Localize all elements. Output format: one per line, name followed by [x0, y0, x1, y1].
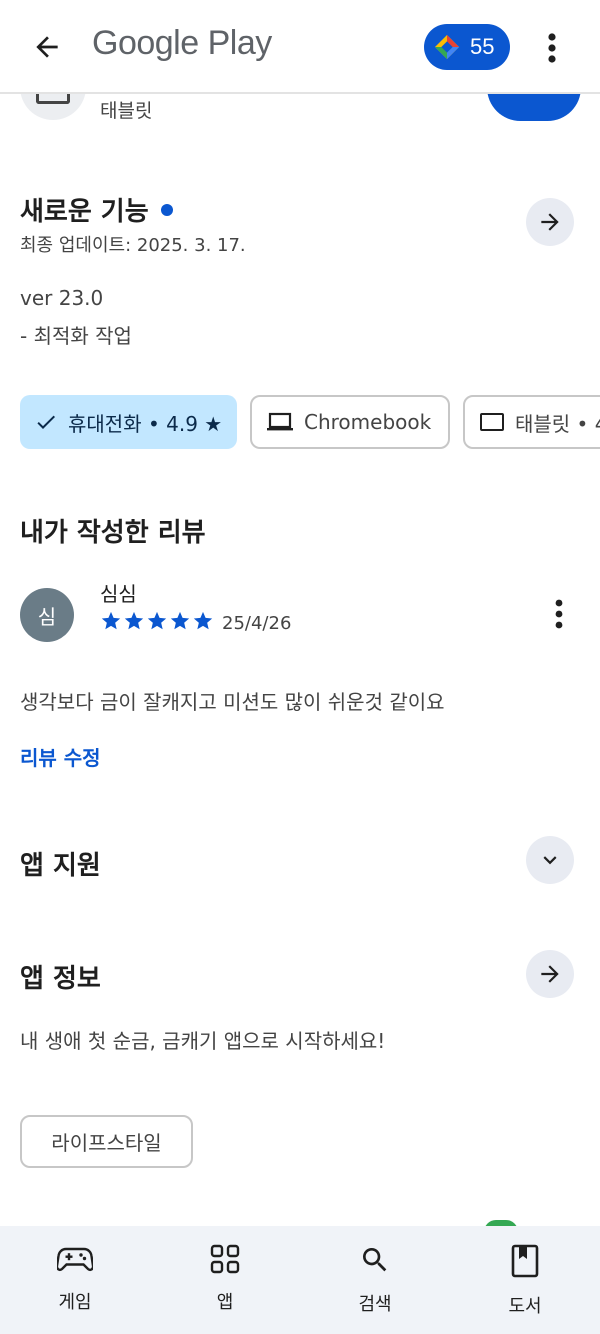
tablet-icon: [480, 413, 504, 431]
star-icon: [124, 611, 144, 630]
chip-tablet-label: 태블릿 • 4: [515, 411, 600, 436]
more-vert-icon: [555, 599, 563, 629]
device-label: 태블릿: [100, 100, 153, 122]
nav-item-search[interactable]: 검색: [300, 1226, 450, 1334]
whats-new-title-text: 새로운 기능: [20, 197, 149, 227]
nav-item-games[interactable]: 게임: [0, 1226, 150, 1334]
nav-label-apps: 앱: [216, 1292, 234, 1313]
more-options-button[interactable]: [536, 28, 568, 68]
chevron-down-icon: [543, 856, 557, 865]
tablet-device-icon: [20, 94, 86, 120]
chip-phone-label: 휴대전화 • 4.9 ★: [68, 411, 223, 436]
app-support-expand-button[interactable]: [526, 836, 574, 884]
app-info-arrow-button[interactable]: [526, 950, 574, 998]
review-rating: [100, 610, 214, 632]
gamepad-icon: [57, 1247, 93, 1271]
avatar: 심: [20, 588, 74, 642]
star-icon: [101, 611, 121, 630]
review-more-button[interactable]: [547, 598, 571, 636]
apps-grid-icon: [210, 1244, 240, 1274]
book-icon: [511, 1244, 539, 1278]
install-button[interactable]: [487, 94, 581, 121]
review-date: 25/4/26: [222, 613, 292, 634]
nav-label-games: 게임: [58, 1292, 92, 1313]
app-description: 내 생애 첫 순금, 금캐기 앱으로 시작하세요!: [20, 1029, 386, 1053]
more-vert-icon: [548, 33, 556, 63]
top-app-bar: Google Play 55: [0, 0, 600, 94]
star-icon: [147, 611, 167, 630]
play-points-icon: [435, 35, 459, 59]
my-review-title: 내가 작성한 리뷰: [20, 518, 206, 548]
star-icon: [170, 611, 190, 630]
chip-tablet[interactable]: 태블릿 • 4: [463, 395, 600, 449]
nav-label-books: 도서: [508, 1296, 542, 1317]
category-tag-button[interactable]: 라이프스타일: [20, 1115, 193, 1168]
release-notes: - 최적화 작업: [20, 324, 132, 348]
whats-new-title: 새로운 기능: [20, 191, 173, 228]
check-icon: [37, 415, 55, 429]
chip-chromebook[interactable]: Chromebook: [250, 395, 450, 449]
arrow-forward-icon: [541, 965, 559, 983]
chip-phone[interactable]: 휴대전화 • 4.9 ★: [20, 395, 237, 449]
edit-review-link[interactable]: 리뷰 수정: [20, 742, 101, 771]
app-support-title: 앱 지원: [20, 851, 101, 881]
points-count: 55: [470, 34, 495, 59]
nav-item-apps[interactable]: 앱: [150, 1226, 300, 1334]
version-text: ver 23.0: [20, 286, 104, 310]
arrow-forward-icon: [541, 213, 559, 231]
nav-item-books[interactable]: 도서: [450, 1226, 600, 1334]
previous-section-remnant: 태블릿: [0, 94, 600, 134]
play-points-button[interactable]: 55: [424, 24, 510, 70]
last-updated: 최종 업데이트: 2025. 3. 17.: [20, 235, 246, 256]
review-text: 생각보다 금이 잘캐지고 미션도 많이 쉬운것 같이요: [20, 690, 445, 714]
whats-new-arrow-button[interactable]: [526, 198, 574, 246]
bottom-navigation: 게임 앱 검색 도서: [0, 1226, 600, 1334]
new-indicator-dot: [160, 203, 173, 216]
chip-chromebook-label: Chromebook: [304, 410, 432, 434]
nav-label-search: 검색: [358, 1294, 392, 1315]
laptop-icon: [267, 412, 293, 431]
search-icon: [363, 1248, 387, 1272]
store-title: Google Play: [92, 24, 272, 62]
review-author: 심심: [100, 582, 137, 606]
arrow-back-icon: [36, 36, 58, 58]
star-icon: [193, 611, 213, 630]
back-button[interactable]: [22, 22, 72, 72]
app-info-title: 앱 정보: [20, 964, 101, 994]
